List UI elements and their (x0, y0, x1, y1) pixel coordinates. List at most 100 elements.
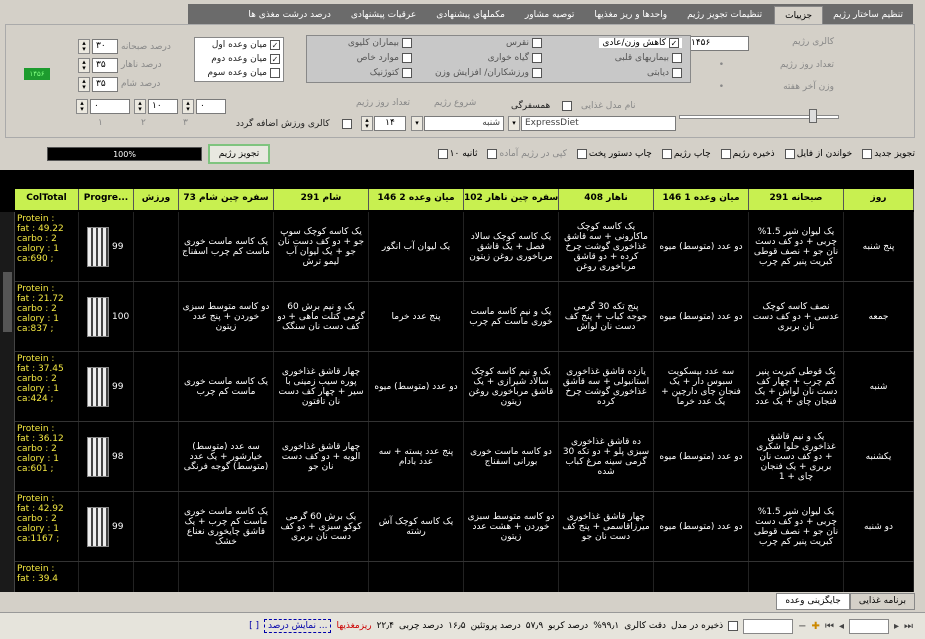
tab-0[interactable]: تنظیم ساختار رژیم (823, 6, 913, 24)
grid-cell-exercise[interactable] (134, 562, 179, 592)
grid-cell-lunch[interactable]: پنج تکه 30 گرمی جوجه کباب + پنج کف دست ن… (559, 282, 654, 351)
pct-dinner-input[interactable]: ۳۵ (92, 77, 118, 92)
toolbar-button-4[interactable]: چاپ دستور پخت (576, 149, 652, 159)
grid-cell-progress[interactable]: 99 (79, 492, 134, 561)
grid-cell-snack2[interactable]: یک کاسه کوچک آش رشته (369, 492, 464, 561)
grid-cell-snack2[interactable] (369, 562, 464, 592)
counter-1-spinner[interactable]: ▴ ▾ (76, 99, 88, 114)
grid-cell-lunch[interactable]: ده قاشق غذاخوری سبزی پلو + دو تکه 30 گرم… (559, 422, 654, 491)
days-count-spinner[interactable]: ▴ ▾ (361, 116, 373, 131)
grid-cell-lunch_extra[interactable]: یک کاسه کوچک سالاد فصل + یک قاشق مرباخور… (464, 212, 559, 281)
grid-cell-day[interactable]: یکشنبه (844, 422, 914, 491)
pct-breakfast-spinner[interactable]: ▴ ▾ (78, 39, 90, 54)
bottom-tab-1[interactable]: جایگزینی وعده (776, 593, 850, 610)
goal-option-5[interactable]: موارد خاص (357, 53, 412, 63)
tab-5[interactable]: مکملهای پیشنهادی (426, 6, 515, 24)
grid-header-1[interactable]: صبحانه 291 (749, 189, 844, 210)
grid-cell-day[interactable]: شنبه (844, 352, 914, 421)
goal-option-0[interactable]: ✓ کاهش وزن/عادی (599, 38, 682, 48)
counter-3-spinner[interactable]: ▴ ▾ (182, 99, 194, 114)
grid-cell-day[interactable]: پنج شنبه (844, 212, 914, 281)
grid-cell-lunch_extra[interactable]: دو کاسه ماست خوری بورانی اسفناج (464, 422, 559, 491)
grid-cell-dinner[interactable] (274, 562, 369, 592)
goal-option-4[interactable]: گیاه خواری (488, 53, 542, 63)
toolbar-button-1[interactable]: خواندن از فایل (784, 149, 852, 159)
grid-cell-coltotal[interactable]: Protein : fat : 42.92 carbo : 2 calory : 1c… (15, 492, 79, 561)
grid-cell-snack2[interactable]: یک لیوان آب انگور (369, 212, 464, 281)
tab-4[interactable]: توصیه مشاور (515, 6, 584, 24)
grid-cell-exercise[interactable] (134, 352, 179, 421)
grid-cell-progress[interactable]: 98 (79, 422, 134, 491)
grid-cell-exercise[interactable] (134, 212, 179, 281)
toolbar-button-6[interactable]: ۱۰ ثانیه (437, 149, 477, 159)
grid-header-3[interactable]: ناهار 408 (559, 189, 654, 210)
counter-2-spinner[interactable]: ▴ ▾ (134, 99, 146, 114)
brackets-link[interactable]: [ ] (249, 621, 259, 631)
goal-checkbox-8[interactable] (402, 68, 412, 78)
nav-first-icon[interactable]: ⏮ (825, 621, 834, 632)
bottom-tab-0[interactable]: برنامه غذایی (849, 593, 915, 610)
grid-header-2[interactable]: میان وعده 1 146 (654, 189, 749, 210)
grid-cell-exercise[interactable] (134, 492, 179, 561)
save-model-label[interactable]: ذخیره در مدل (671, 621, 723, 631)
delete-icon[interactable]: − (798, 621, 806, 632)
goal-checkbox-1[interactable] (532, 38, 542, 48)
nav-position-input[interactable] (848, 618, 889, 634)
grid-header-10[interactable]: ColTotal (15, 189, 79, 210)
slider-thumb[interactable] (809, 109, 817, 123)
grid-cell-dinner_extra[interactable]: یک کاسه ماست خوری ماست کم چرب اسفناج (179, 212, 274, 281)
toolbar-button-5[interactable]: کپی در رژیم آماده (487, 149, 567, 159)
grid-cell-breakfast[interactable]: نصف عدد تخم مرغ (749, 562, 844, 592)
grid-header-9[interactable]: Progre... (79, 189, 134, 210)
goal-checkbox-5[interactable] (402, 53, 412, 63)
grid-header-4[interactable]: سفره چین ناهار 102 (464, 189, 559, 210)
grid-cell-progress[interactable] (79, 562, 134, 592)
nav-last-icon[interactable]: ⏭ (904, 621, 913, 632)
grid-cell-lunch[interactable]: یازده قاشق غذاخوری استانبولی + سه قاشق غ… (559, 352, 654, 421)
goal-checkbox-4[interactable] (532, 53, 542, 63)
goal-checkbox-6[interactable] (672, 68, 682, 78)
approve-diet-button[interactable]: تجویز رژیم (208, 144, 270, 164)
table-row[interactable]: نصف عدد تخم مرغ یک کاسه کوچکماست کم یک و ن… (15, 562, 914, 592)
grid-cell-dinner[interactable]: یک و نیم برش 60 گرمی کتلت ماهی + دو کف د… (274, 282, 369, 351)
table-row[interactable]: دو شنبه یک لیوان شیر 1.5% چربی + دو کف دس… (15, 492, 914, 562)
tab-3[interactable]: واحدها و ریز مغذیها (584, 6, 677, 24)
grid-cell-dinner_extra[interactable]: دو کاسه متوسط سبزی خوردن + پنج عدد زیتون (179, 282, 274, 351)
grid-cell-snack1[interactable]: دو عدد (متوسط) میوه (654, 492, 749, 561)
nav-next-icon[interactable]: ▸ (894, 621, 899, 632)
grid-header-6[interactable]: شام 291 (274, 189, 369, 210)
nav-prev-icon[interactable]: ◂ (839, 621, 844, 632)
add-exercise-checkbox[interactable] (342, 119, 352, 129)
table-row[interactable]: جمعه نصف کاسه کوچک عدسی + دو کف دست نان ب… (15, 282, 914, 352)
grid-cell-breakfast[interactable]: یک لیوان شیر 1.5% چربی + دو کف دست نان ج… (749, 492, 844, 561)
grid-header-7[interactable]: سفره چین شام 73 (179, 189, 274, 210)
goal-option-3[interactable]: بیماریهای قلبی (615, 53, 682, 63)
model-dropdown-arrow[interactable]: ▾ (508, 116, 520, 131)
tab-6[interactable]: عرقیات پیشنهادی (341, 6, 426, 24)
grid-cell-dinner_extra[interactable]: یک و نیم کاسه (179, 562, 274, 592)
scrollbar-thumb[interactable] (3, 272, 12, 332)
goal-option-6[interactable]: دیابتی (647, 68, 682, 78)
grid-cell-dinner_extra[interactable]: سه عدد (متوسط) خیارشور + یک عدد (متوسط) … (179, 422, 274, 491)
show-percent-button[interactable]: نمایش درصد ... (264, 619, 332, 633)
table-row[interactable]: یکشنبه یک و نیم قاشق غذاخوری حلوا شکری + … (15, 422, 914, 492)
goal-checkbox-3[interactable] (672, 53, 682, 63)
pct-breakfast-input[interactable]: ۳۰ (92, 39, 118, 54)
goal-checkbox-0[interactable]: ✓ (669, 38, 679, 48)
grid-cell-snack1[interactable]: سه عدد بیسکویت سبوس دار + یک فنجان چای د… (654, 352, 749, 421)
grid-cell-exercise[interactable] (134, 282, 179, 351)
grid-cell-snack1[interactable]: دو عدد (متوسط) میوه (654, 422, 749, 491)
tab-7[interactable]: درصد درشت مغذی ها (238, 6, 340, 24)
grid-cell-breakfast[interactable]: یک و نیم قاشق غذاخوری حلوا شکری + دو کف … (749, 422, 844, 491)
grid-cell-dinner[interactable]: چهار قاشق غذاخوری پوره سیب زمینی با سیر … (274, 352, 369, 421)
pct-lunch-input[interactable]: ۳۵ (92, 58, 118, 73)
meal-checkbox-1[interactable]: ✓ (270, 54, 280, 64)
goal-option-8[interactable]: کتوژنیک (370, 68, 412, 78)
goal-option-1[interactable]: نقرس (506, 38, 542, 48)
table-row[interactable]: پنج شنبه یک لیوان شیر 1.5% چربی + دو کف د… (15, 212, 914, 282)
grid-cell-dinner_extra[interactable]: یک کاسه ماست خوری ماست کم چرب + یک قاشق … (179, 492, 274, 561)
micronutrients-link[interactable]: ریزمغذیها (336, 621, 371, 631)
counter-1-input[interactable]: ۰ (90, 99, 130, 114)
grid-cell-progress[interactable]: 100 (79, 282, 134, 351)
meal-option-0[interactable]: ✓ میان وعده اول (195, 38, 283, 52)
